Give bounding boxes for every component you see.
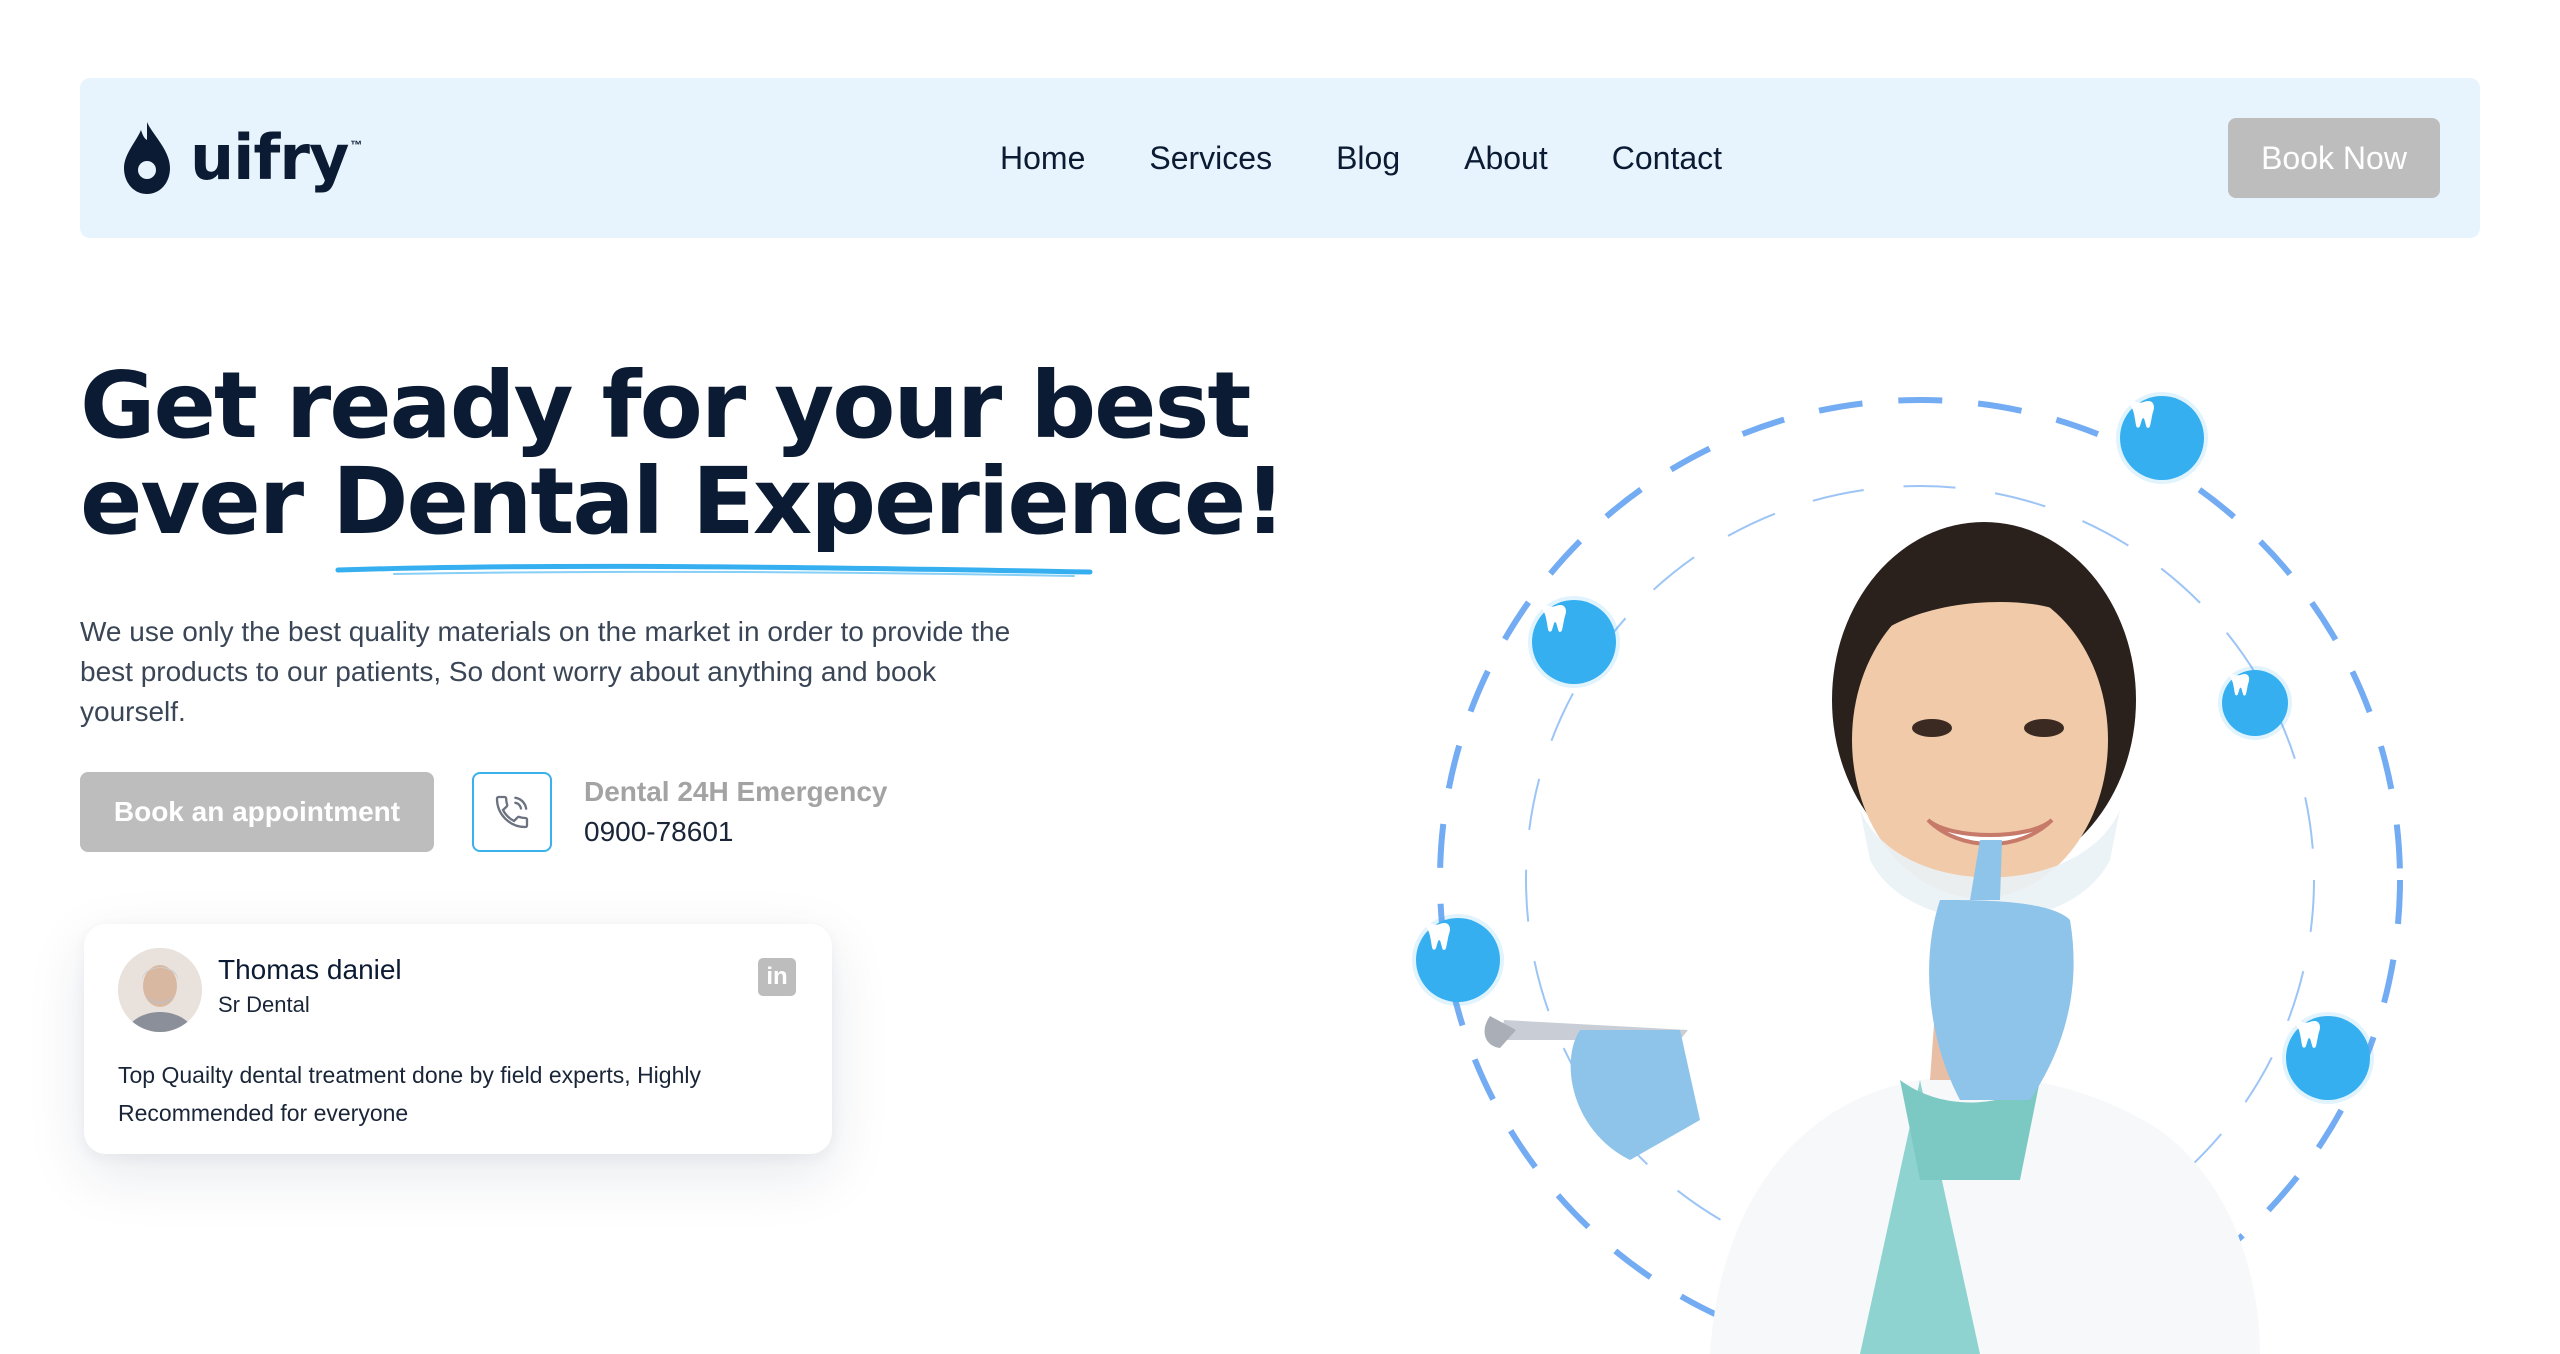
nav-services[interactable]: Services xyxy=(1149,140,1272,177)
nav-home[interactable]: Home xyxy=(1000,140,1085,177)
tooth-badge-5 xyxy=(2286,1016,2370,1100)
book-now-button[interactable]: Book Now xyxy=(2228,118,2440,198)
testimonial-text: Top Quailty dental treatment done by fie… xyxy=(118,1062,701,1126)
testimonial-card: Thomas daniel Sr Dental in Top Quailty d… xyxy=(84,924,832,1154)
hero-title-line-1: Get ready for your best xyxy=(80,352,1251,459)
emergency-call-button[interactable] xyxy=(472,772,552,852)
dentist-illustration xyxy=(1437,397,2403,1354)
tooth-badge-3 xyxy=(2222,670,2288,736)
brand-trademark: ™ xyxy=(350,138,363,152)
tooth-badge-4 xyxy=(1416,918,1500,1002)
hero-description: We use only the best quality materials o… xyxy=(80,616,1011,727)
navbar: uifry ™ Home Services Blog About Contact… xyxy=(80,78,2480,238)
nav-contact[interactable]: Contact xyxy=(1612,140,1722,177)
brand-logo[interactable]: uifry ™ xyxy=(118,118,362,198)
brand-name: uifry xyxy=(190,121,349,194)
testimonial-role: Sr Dental xyxy=(218,992,310,1017)
tooth-badge-2 xyxy=(1532,600,1616,684)
hero-illustration xyxy=(1380,340,2440,1354)
nav-about[interactable]: About xyxy=(1464,140,1548,177)
tooth-badge-1 xyxy=(2120,396,2204,480)
title-underline-decoration xyxy=(335,563,1093,577)
hero-title: Get ready for your best ever Dental Expe… xyxy=(80,352,1286,555)
avatar xyxy=(118,948,202,1032)
phone-icon xyxy=(495,795,529,829)
hero-title-line-2: ever Dental Experience! xyxy=(80,448,1286,555)
tooth-icon xyxy=(2295,1021,2320,1048)
emergency-label: Dental 24H Emergency xyxy=(584,776,888,807)
main-nav: Home Services Blog About Contact xyxy=(1000,78,1722,238)
nav-blog[interactable]: Blog xyxy=(1336,140,1400,177)
emergency-phone-number[interactable]: 0900-78601 xyxy=(584,816,733,848)
tooth-icon xyxy=(2229,674,2250,696)
uifry-logo-drop-icon xyxy=(124,122,170,194)
book-appointment-button[interactable]: Book an appointment xyxy=(80,772,434,852)
tooth-icon xyxy=(2129,401,2154,428)
linkedin-icon[interactable]: in xyxy=(758,958,796,996)
tooth-icon xyxy=(1425,923,1450,950)
testimonial-name: Thomas daniel xyxy=(218,954,402,985)
tooth-icon xyxy=(1541,605,1566,632)
page: uifry ™ Home Services Blog About Contact… xyxy=(0,0,2560,1354)
